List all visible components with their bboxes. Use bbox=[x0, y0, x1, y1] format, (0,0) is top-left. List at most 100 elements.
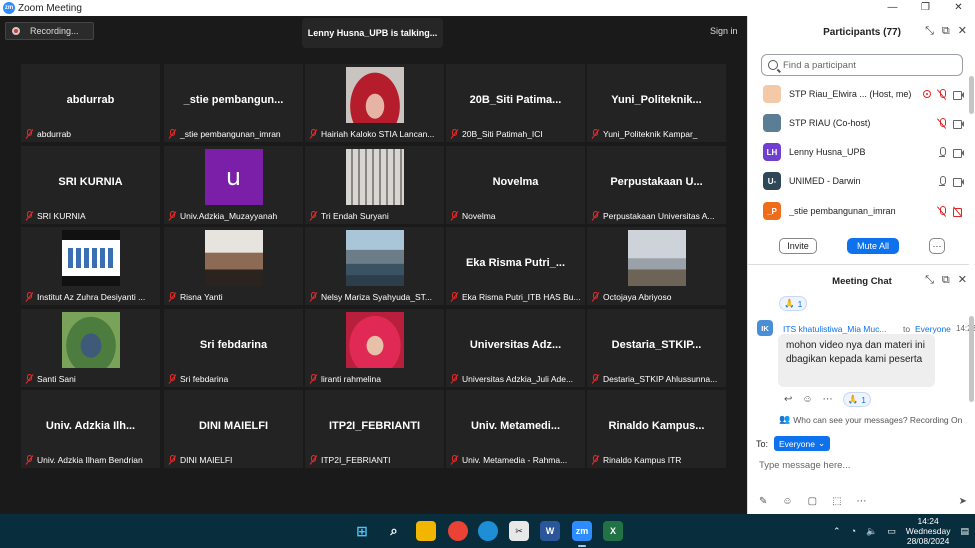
notification-icon[interactable]: ▤ bbox=[960, 526, 969, 537]
participant-video-tile[interactable]: Eka Risma Putri_... Eka Risma Putri_ITB H… bbox=[446, 227, 585, 305]
participant-video-tile[interactable]: Yuni_Politeknik... Yuni_Politeknik Kampar… bbox=[587, 64, 726, 142]
edge-icon[interactable] bbox=[478, 521, 498, 541]
windows-start-icon[interactable]: ⊞ bbox=[352, 521, 372, 541]
participant-row[interactable]: LH Lenny Husna_UPB bbox=[763, 141, 964, 163]
popout-icon[interactable]: ⧉ bbox=[942, 275, 950, 286]
minimize-button[interactable]: — bbox=[876, 0, 909, 16]
mute-all-button[interactable]: Mute All bbox=[847, 238, 899, 254]
clock[interactable]: 14:24 Wednesday 28/08/2024 bbox=[906, 516, 951, 546]
camera-icon[interactable] bbox=[953, 147, 964, 158]
participant-video-tile[interactable]: Risna Yanti bbox=[164, 227, 303, 305]
chrome-icon[interactable] bbox=[448, 521, 468, 541]
close-icon[interactable]: ✕ bbox=[958, 26, 967, 37]
emoji-icon[interactable]: ☺ bbox=[802, 394, 812, 405]
panel-scrollbar[interactable] bbox=[969, 76, 974, 416]
camera-off-icon[interactable] bbox=[953, 206, 963, 217]
word-icon[interactable]: W bbox=[540, 521, 560, 541]
participant-video-tile[interactable]: abdurrab abdurrab bbox=[21, 64, 160, 142]
scrollbar-thumb[interactable] bbox=[969, 316, 974, 402]
participant-row[interactable]: STP Riau_Elwira ... (Host, me) bbox=[763, 83, 964, 105]
panel-divider[interactable] bbox=[748, 264, 975, 265]
chat-message-input[interactable]: Type message here... bbox=[759, 460, 959, 474]
collapse-icon[interactable]: ⤡ bbox=[925, 275, 934, 286]
mic-icon[interactable] bbox=[937, 175, 947, 187]
popout-icon[interactable]: ⧉ bbox=[942, 26, 950, 37]
tile-participant-name: Institut Az Zuhra Desiyanti ... bbox=[37, 291, 146, 302]
participant-video-tile[interactable]: Santi Sani bbox=[21, 309, 160, 387]
mic-muted-icon[interactable] bbox=[937, 117, 947, 129]
participant-video-tile[interactable]: Hairiah Kaloko STIA Lancan... bbox=[305, 64, 444, 142]
participant-video-tile[interactable]: u Univ.Adzkia_Muzayyanah bbox=[164, 146, 303, 224]
participant-video-tile[interactable]: Octojaya Abriyoso bbox=[587, 227, 726, 305]
people-icon: 👥 bbox=[779, 414, 791, 424]
participant-video-tile[interactable]: Univ. Metamedi... Univ. Metamedia - Rahma… bbox=[446, 390, 585, 468]
window-controls: — ❐ ✕ bbox=[876, 0, 975, 16]
file-icon[interactable]: ▢ bbox=[808, 496, 817, 507]
chat-reaction[interactable]: 🙏 1 bbox=[842, 392, 871, 407]
battery-icon[interactable]: ▭ bbox=[887, 526, 896, 537]
mic-muted-icon[interactable] bbox=[937, 88, 947, 100]
invite-button[interactable]: Invite bbox=[779, 238, 817, 254]
close-button[interactable]: ✕ bbox=[942, 0, 975, 16]
mic-icon[interactable] bbox=[937, 146, 947, 158]
chat-reaction[interactable]: 🙏 1 bbox=[779, 296, 808, 311]
participant-video-tile[interactable]: Destaria_STKIP... Destaria_STKIP Ahlussun… bbox=[587, 309, 726, 387]
format-icon[interactable]: ✎ bbox=[759, 496, 767, 507]
recording-indicator[interactable]: Recording... bbox=[5, 22, 94, 40]
tile-name-bar: abdurrab bbox=[25, 128, 157, 139]
zoom-app-icon[interactable]: zm bbox=[572, 521, 592, 541]
collapse-icon[interactable]: ⤡ bbox=[925, 26, 934, 37]
participant-video-tile[interactable]: liranti rahmelina bbox=[305, 309, 444, 387]
mic-muted-icon bbox=[591, 454, 600, 465]
participant-search-input[interactable]: Find a participant bbox=[761, 54, 963, 76]
recording-icon[interactable] bbox=[923, 90, 931, 98]
participant-row[interactable]: U- UNIMED - Darwin bbox=[763, 170, 964, 192]
speaker-icon[interactable]: 🔈 bbox=[866, 526, 877, 537]
participant-video-tile[interactable]: DINI MAIELFI DINI MAIELFI bbox=[164, 390, 303, 468]
chat-privacy-notice[interactable]: 👥 Who can see your messages? Recording O… bbox=[779, 414, 962, 425]
participant-video-tile[interactable]: _stie pembangun... _stie pembangunan_imra… bbox=[164, 64, 303, 142]
participant-video-tile[interactable]: Novelma Novelma bbox=[446, 146, 585, 224]
more-icon[interactable]: ⋯ bbox=[857, 496, 867, 507]
chevron-down-icon: ⌄ bbox=[817, 438, 826, 448]
more-options-button[interactable]: ··· bbox=[929, 238, 945, 254]
tile-display-name: Univ. Adzkia Ilh... bbox=[45, 420, 136, 432]
participant-row[interactable]: _P _stie pembangunan_imran bbox=[763, 200, 963, 222]
chevron-up-icon[interactable]: ⌃ bbox=[833, 526, 841, 537]
screenshot-icon[interactable]: ⬚ bbox=[832, 496, 841, 507]
file-explorer-icon[interactable] bbox=[416, 521, 436, 541]
excel-icon[interactable]: X bbox=[603, 521, 623, 541]
camera-icon[interactable] bbox=[953, 176, 964, 187]
maximize-button[interactable]: ❐ bbox=[909, 0, 942, 16]
mic-muted-icon[interactable] bbox=[937, 205, 947, 217]
participant-video-tile[interactable]: Rinaldo Kampus... Rinaldo Kampus ITR bbox=[587, 390, 726, 468]
mic-muted-icon bbox=[309, 373, 318, 384]
wifi-icon[interactable]: ◔ bbox=[851, 526, 856, 536]
participant-video-tile[interactable]: SRI KURNIA SRI KURNIA bbox=[21, 146, 160, 224]
participant-row[interactable]: STP RIAU (Co-host) bbox=[763, 112, 964, 134]
close-icon[interactable]: ✕ bbox=[958, 275, 967, 286]
participant-video-tile[interactable]: Institut Az Zuhra Desiyanti ... bbox=[21, 227, 160, 305]
search-icon[interactable]: ⌕ bbox=[384, 521, 404, 541]
participant-video-tile[interactable]: Nelsy Mariza Syahyuda_ST... bbox=[305, 227, 444, 305]
app-icon[interactable]: ✂ bbox=[509, 521, 529, 541]
sign-in-link[interactable]: Sign in bbox=[710, 26, 738, 36]
more-icon[interactable]: ⋯ bbox=[823, 394, 833, 405]
send-icon[interactable]: ➤ bbox=[959, 496, 967, 507]
chat-sender-name[interactable]: ITS khatulistiwa_Mia Muc... bbox=[783, 324, 886, 334]
participant-video-tile[interactable]: Perpustakaan U... Perpustakaan Universita… bbox=[587, 146, 726, 224]
emoji-icon[interactable]: ☺ bbox=[782, 496, 792, 507]
participant-video-tile[interactable]: Universitas Adz... Universitas Adzkia_Jul… bbox=[446, 309, 585, 387]
tile-display-name: Rinaldo Kampus... bbox=[608, 420, 705, 432]
camera-icon[interactable] bbox=[953, 118, 964, 129]
participant-video-tile[interactable]: Sri febdarina Sri febdarina bbox=[164, 309, 303, 387]
reaction-count: 1 bbox=[861, 394, 866, 405]
participant-video-tile[interactable]: ITP2I_FEBRIANTI ITP2I_FEBRIANTI bbox=[305, 390, 444, 468]
participant-video-tile[interactable]: 20B_Siti Patima... 20B_Siti Patimah_ICI bbox=[446, 64, 585, 142]
participant-video-tile[interactable]: Univ. Adzkia Ilh... Univ. Adzkia Ilham Be… bbox=[21, 390, 160, 468]
reply-icon[interactable]: ↩ bbox=[784, 394, 792, 405]
participant-video-tile[interactable]: Tri Endah Suryani bbox=[305, 146, 444, 224]
scrollbar-thumb[interactable] bbox=[969, 76, 974, 114]
recipient-dropdown[interactable]: Everyone ⌄ bbox=[774, 436, 831, 451]
camera-icon[interactable] bbox=[953, 89, 964, 100]
